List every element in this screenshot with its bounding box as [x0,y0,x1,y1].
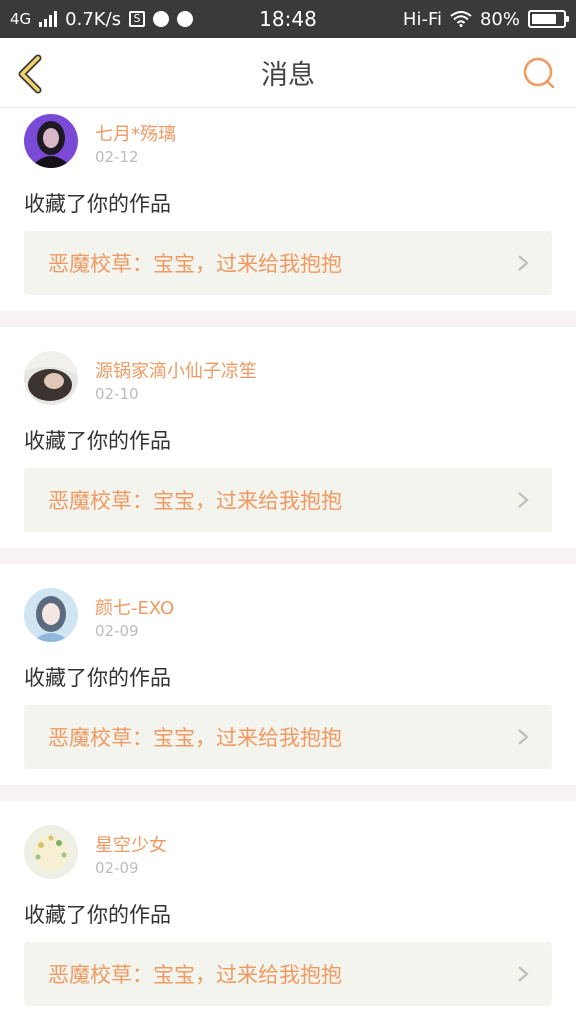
browser-icon [177,11,194,27]
hifi-label: Hi-Fi [402,8,442,30]
action-text: 收藏了你的作品 [24,429,171,453]
battery-icon [528,10,569,28]
signal-icon [39,11,58,27]
avatar[interactable] [24,114,78,168]
username[interactable]: 七月*殇璃 [95,120,176,146]
battery-percent: 80% [479,8,520,30]
message-item[interactable]: 颜七-EXO 02-09 收藏了你的作品 恶魔校草：宝宝，过来给我抱抱 [0,564,576,785]
status-bar: 4G 0.7K/s S 18:48 Hi-Fi 80% [0,0,576,38]
action-text: 收藏了你的作品 [24,903,171,927]
message-date: 02-09 [95,622,139,640]
status-bar-left: 4G 0.7K/s S [10,8,194,30]
work-title: 恶魔校草：宝宝，过来给我抱抱 [48,489,342,513]
chevron-right-icon [518,966,529,982]
message-item[interactable]: 源锅家滴小仙子凉笙 02-10 收藏了你的作品 恶魔校草：宝宝，过来给我抱抱 [0,327,576,548]
wifi-icon [450,11,472,27]
chevron-right-icon [518,255,529,271]
message-date: 02-12 [95,148,139,166]
action-text: 收藏了你的作品 [24,666,171,690]
work-title: 恶魔校草：宝宝，过来给我抱抱 [48,726,342,750]
nav-bar: 消息 [0,38,576,108]
work-title: 恶魔校草：宝宝，过来给我抱抱 [48,252,342,276]
username[interactable]: 星空少女 [95,831,167,857]
message-date: 02-09 [95,859,139,877]
divider [0,548,576,564]
work-card[interactable]: 恶魔校草：宝宝，过来给我抱抱 [24,705,552,769]
s-app-icon: S [129,11,146,27]
message-date: 02-10 [95,385,139,403]
message-item[interactable]: 星空少女 02-09 收藏了你的作品 恶魔校草：宝宝，过来给我抱抱 [0,801,576,1022]
message-item[interactable]: 七月*殇璃 02-12 收藏了你的作品 恶魔校草：宝宝，过来给我抱抱 [0,108,576,311]
page-title: 消息 [261,60,315,91]
username[interactable]: 源锅家滴小仙子凉笙 [95,357,257,383]
avatar[interactable] [24,351,78,405]
search-icon[interactable] [522,56,556,90]
back-button[interactable] [14,54,48,94]
action-text: 收藏了你的作品 [24,192,171,216]
status-bar-right: Hi-Fi 80% [402,8,569,30]
network-speed: 0.7K/s [65,8,122,30]
chevron-right-icon [518,729,529,745]
qq-icon [153,11,170,27]
work-card[interactable]: 恶魔校草：宝宝，过来给我抱抱 [24,231,552,295]
work-title: 恶魔校草：宝宝，过来给我抱抱 [48,963,342,987]
message-list: 七月*殇璃 02-12 收藏了你的作品 恶魔校草：宝宝，过来给我抱抱 源锅家滴小… [0,108,576,1022]
avatar[interactable] [24,825,78,879]
avatar[interactable] [24,588,78,642]
battery-level [532,14,556,24]
chevron-right-icon [518,492,529,508]
work-card[interactable]: 恶魔校草：宝宝，过来给我抱抱 [24,468,552,532]
divider [0,311,576,327]
network-type: 4G [10,10,32,28]
username[interactable]: 颜七-EXO [95,594,174,620]
work-card[interactable]: 恶魔校草：宝宝，过来给我抱抱 [24,942,552,1006]
divider [0,785,576,801]
